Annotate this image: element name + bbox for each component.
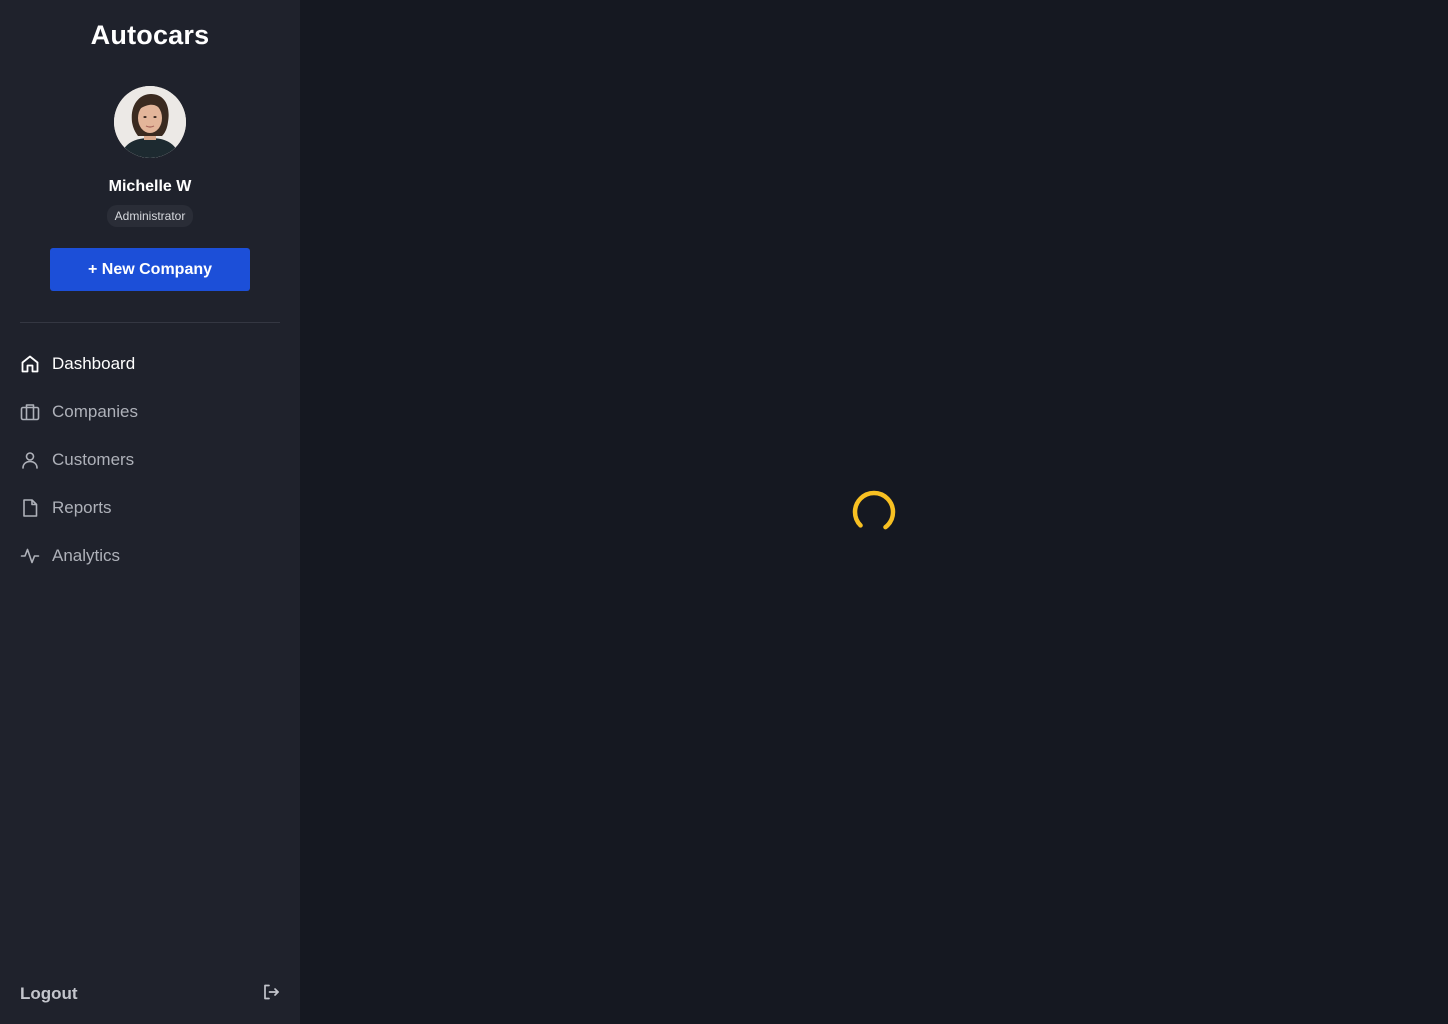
new-company-button[interactable]: + New Company — [50, 248, 250, 291]
activity-icon — [20, 546, 40, 566]
sidebar-item-label: Customers — [52, 450, 135, 469]
sidebar-item-dashboard[interactable]: Dashboard — [20, 344, 280, 384]
sidebar-item-reports[interactable]: Reports — [20, 488, 280, 528]
sidebar-item-label: Dashboard — [52, 354, 136, 373]
sidebar-divider — [20, 322, 280, 323]
role-badge-container: Administrator — [0, 205, 300, 227]
loading-spinner-icon — [852, 490, 896, 534]
sidebar: Autocars Michelle W Administrator + New … — [0, 0, 300, 1024]
role-badge: Administrator — [106, 205, 194, 227]
sidebar-item-label: Reports — [52, 498, 112, 517]
avatar-image — [114, 86, 186, 158]
briefcase-icon — [20, 402, 40, 422]
brand-logo-text: Autocars — [90, 20, 210, 50]
user-name: Michelle W — [108, 178, 192, 195]
sidebar-item-analytics[interactable]: Analytics — [20, 536, 280, 576]
avatar[interactable] — [114, 86, 186, 158]
sidebar-item-label: Analytics — [52, 546, 121, 565]
sidebar-item-companies[interactable]: Companies — [20, 392, 280, 432]
document-icon — [20, 498, 40, 518]
logout-button[interactable]: Logout — [20, 982, 280, 1006]
sidebar-nav: Dashboard Companies Customers Reports An… — [20, 344, 280, 584]
home-icon — [20, 354, 40, 374]
sidebar-item-label: Companies — [52, 402, 138, 421]
user-icon — [20, 450, 40, 470]
logout-label: Logout — [20, 984, 78, 1003]
app-shell: Autocars Michelle W Administrator + New … — [0, 0, 1448, 1024]
main-content — [300, 0, 1448, 1024]
logout-icon[interactable] — [262, 983, 280, 1006]
sidebar-item-customers[interactable]: Customers — [20, 440, 280, 480]
